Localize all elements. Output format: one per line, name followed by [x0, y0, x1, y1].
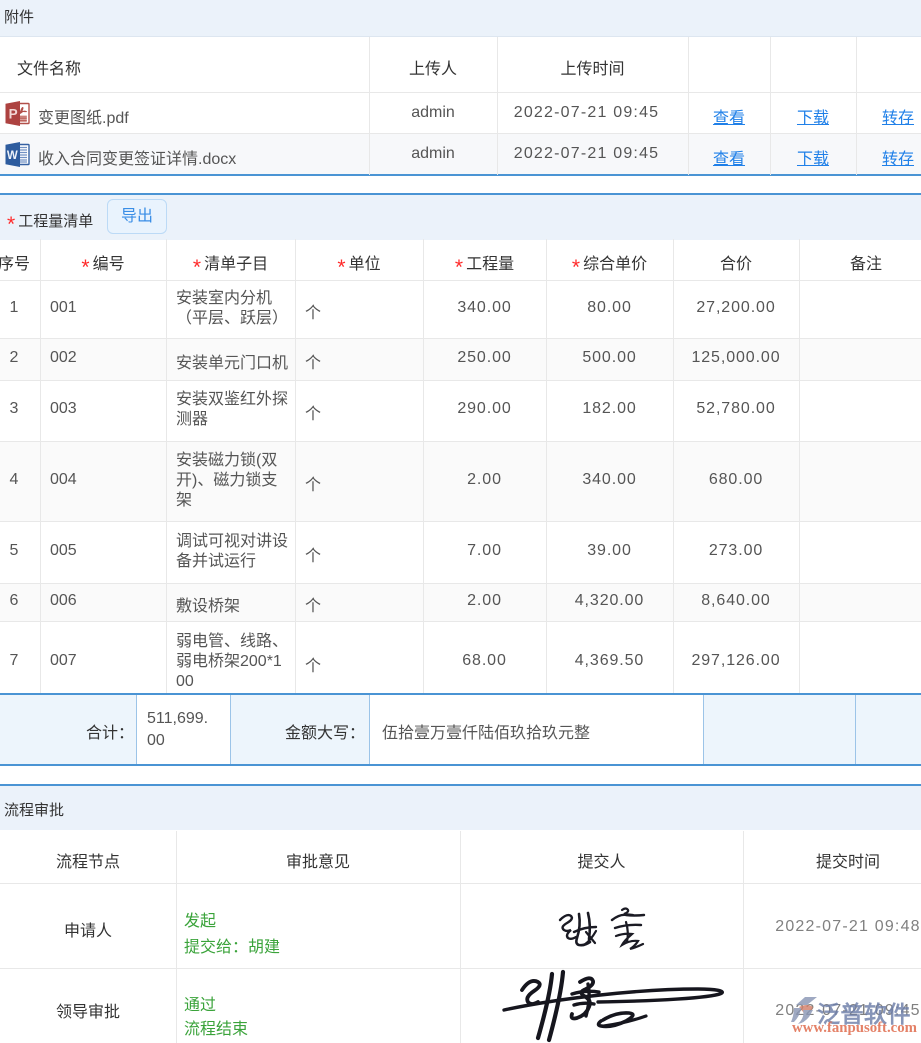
svg-text:P: P: [9, 107, 18, 122]
svg-text:W: W: [7, 150, 18, 162]
